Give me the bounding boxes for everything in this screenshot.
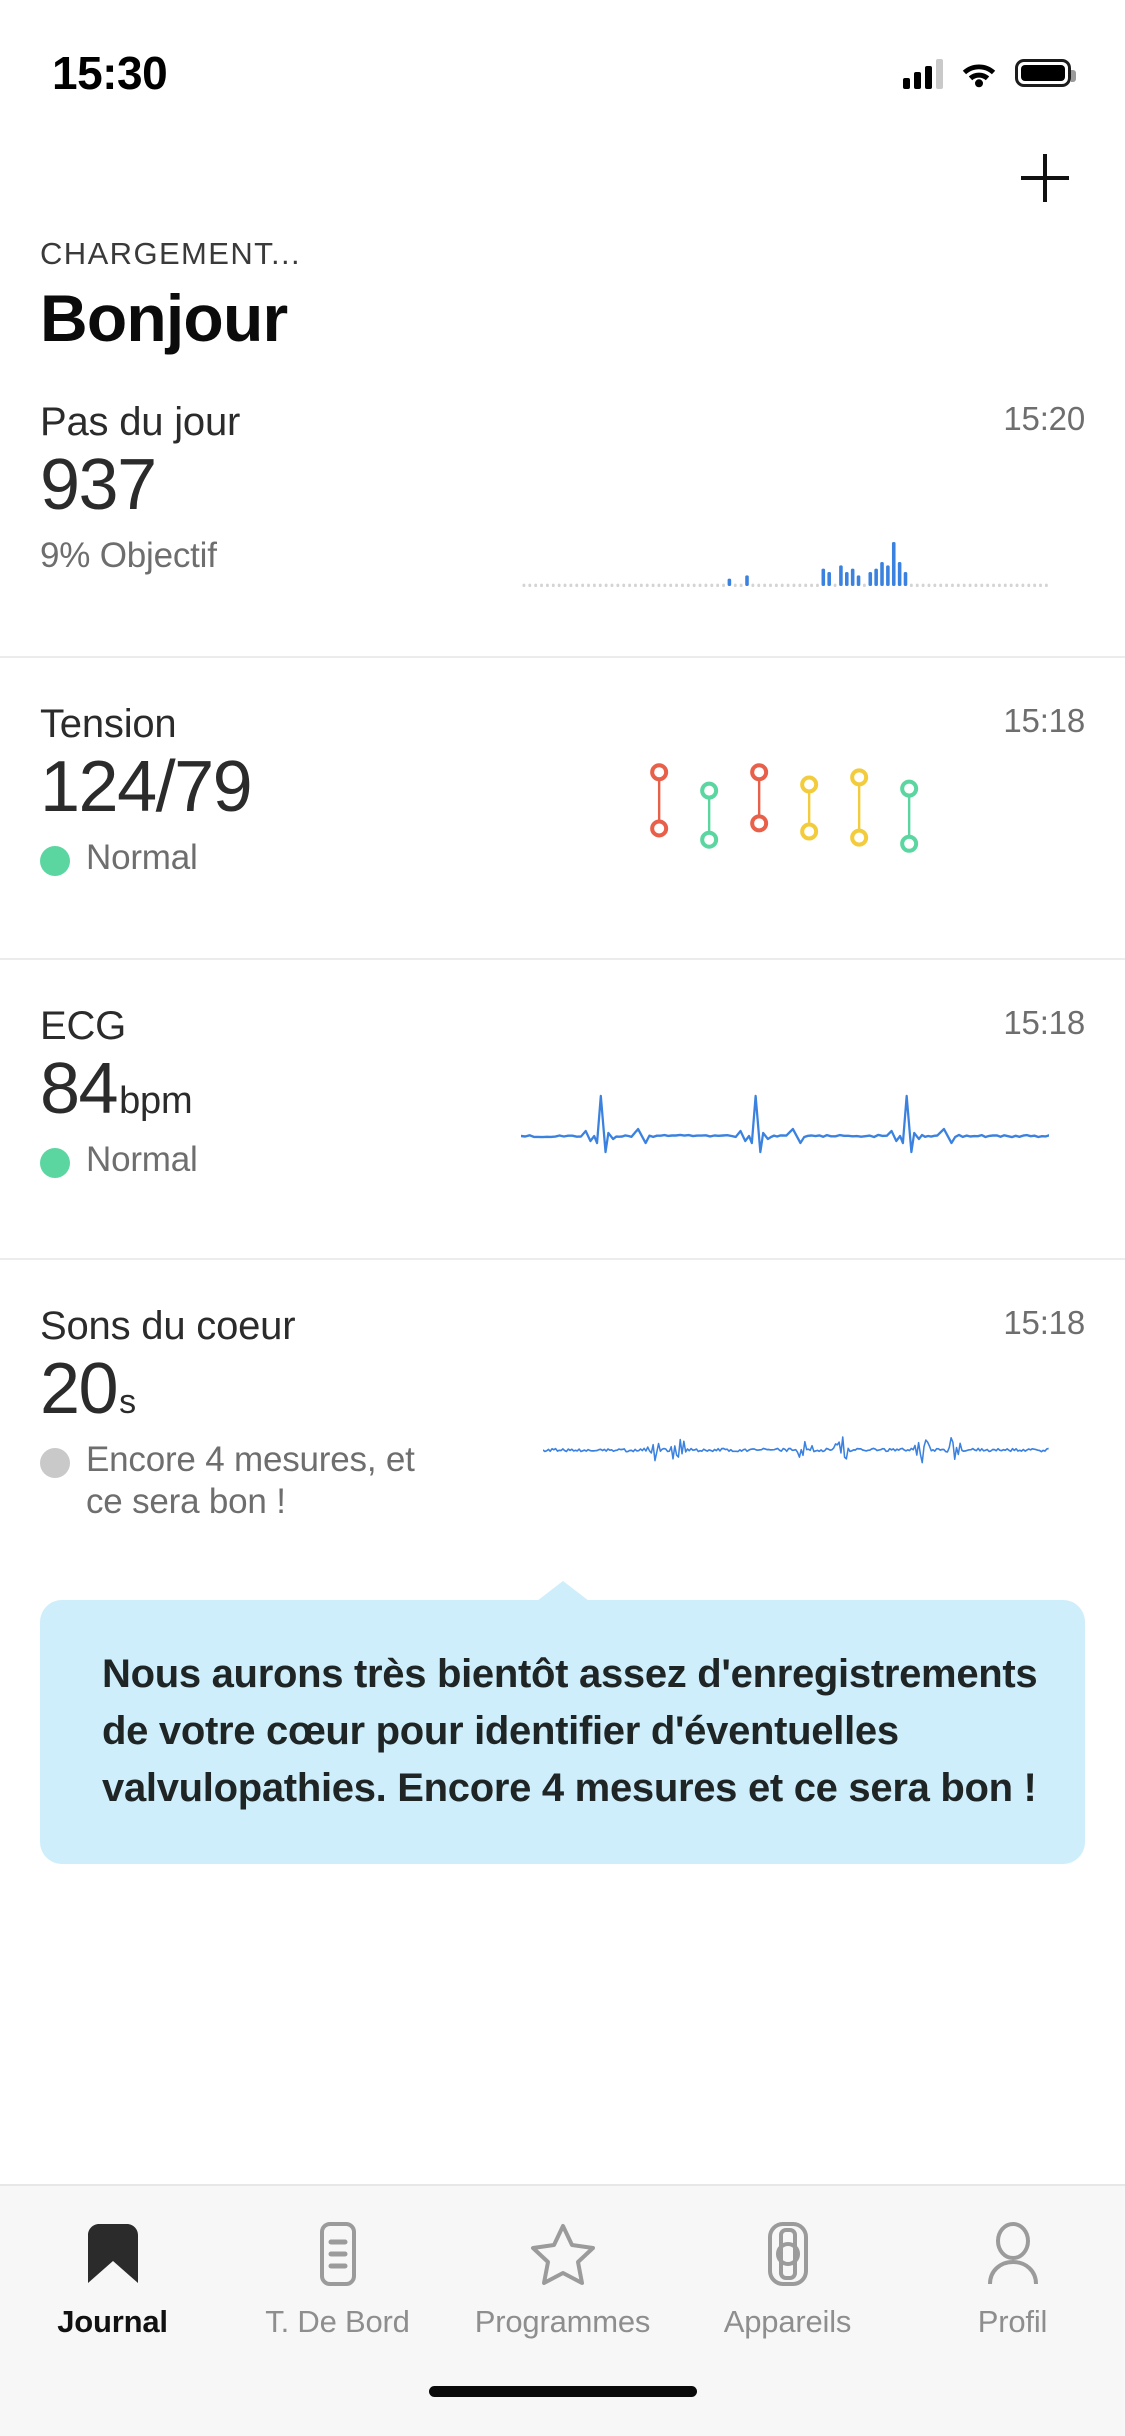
star-icon: [530, 2220, 596, 2288]
card-ecg-status: Normal: [86, 1139, 198, 1182]
tab-dashboard[interactable]: T. De Bord: [225, 2220, 450, 2380]
card-ecg-subtitle: Normal: [40, 1139, 521, 1182]
tab-profil-label: Profil: [978, 2304, 1047, 2340]
tab-programmes[interactable]: Programmes: [450, 2220, 675, 2380]
card-steps-time: 15:20: [1003, 400, 1085, 438]
bottom-tab-bar: Journal T. De Bord Programmes Appareils …: [0, 2184, 1125, 2380]
card-heart-sounds-number: 20: [40, 1351, 117, 1429]
card-blood-pressure-subtitle: Normal: [40, 837, 521, 880]
ecg-waveform-chart: [521, 1088, 1049, 1168]
card-blood-pressure[interactable]: 15:18 Tension 124/79 Normal: [0, 656, 1125, 958]
wifi-icon: [959, 58, 999, 88]
info-callout: Nous aurons très bientôt assez d'enregis…: [40, 1600, 1085, 1864]
card-heart-sounds[interactable]: 15:18 Sons du coeur 20 s Encore 4 mesure…: [0, 1258, 1125, 1578]
status-badge-green-dot: [40, 846, 70, 876]
person-icon: [983, 2220, 1043, 2288]
card-ecg[interactable]: 15:18 ECG 84 bpm Normal: [0, 958, 1125, 1258]
steps-bar-chart: [521, 532, 1049, 592]
status-badge-green-dot: [40, 1148, 70, 1178]
card-blood-pressure-title: Tension: [40, 702, 521, 747]
status-badge-grey-dot: [40, 1448, 70, 1478]
card-steps-goal-label: 9% Objectif: [40, 535, 217, 578]
card-heart-sounds-subtitle: Encore 4 mesures, et ce sera bon !: [40, 1439, 583, 1524]
card-steps-title: Pas du jour: [40, 400, 521, 445]
card-heart-sounds-time: 15:18: [1003, 1304, 1085, 1342]
tab-programmes-label: Programmes: [475, 2304, 650, 2340]
tab-dashboard-label: T. De Bord: [265, 2304, 409, 2340]
add-icon: [1017, 150, 1073, 206]
tab-appareils-label: Appareils: [724, 2304, 851, 2340]
tab-profil[interactable]: Profil: [900, 2220, 1125, 2380]
status-bar: 15:30: [0, 0, 1125, 132]
battery-icon: [1015, 59, 1071, 87]
card-blood-pressure-status: Normal: [86, 837, 198, 880]
card-blood-pressure-number: 124/79: [40, 749, 251, 827]
heart-sound-waveform-chart: [543, 1428, 1049, 1472]
card-ecg-number: 84: [40, 1051, 117, 1129]
card-steps[interactable]: 15:20 Pas du jour 937 9% Objectif: [0, 356, 1125, 656]
home-indicator-area: [0, 2380, 1125, 2436]
dashboard-list-icon: [311, 2220, 365, 2288]
card-heart-sounds-hint: Encore 4 mesures, et ce sera bon !: [86, 1439, 416, 1524]
callout-container: Nous aurons très bientôt assez d'enregis…: [0, 1600, 1125, 1864]
status-time: 15:30: [52, 46, 167, 100]
card-heart-sounds-value: 20 s: [40, 1351, 583, 1429]
card-ecg-unit: bpm: [119, 1081, 192, 1122]
card-ecg-time: 15:18: [1003, 1004, 1085, 1042]
card-ecg-title: ECG: [40, 1004, 521, 1049]
card-steps-subtitle: 9% Objectif: [40, 535, 521, 578]
blood-pressure-dumbbell-chart: [521, 748, 1049, 868]
status-indicators: [903, 57, 1071, 89]
card-steps-value: 937: [40, 447, 521, 525]
info-callout-text: Nous aurons très bientôt assez d'enregis…: [102, 1646, 1041, 1816]
tab-appareils[interactable]: Appareils: [675, 2220, 900, 2380]
card-steps-number: 937: [40, 447, 156, 525]
watch-device-icon: [758, 2220, 818, 2288]
home-indicator[interactable]: [429, 2386, 697, 2397]
loading-status-label: CHARGEMENT...: [40, 236, 1085, 272]
card-heart-sounds-unit: s: [119, 1384, 136, 1421]
page-title: Bonjour: [40, 280, 1085, 356]
tab-journal[interactable]: Journal: [0, 2220, 225, 2380]
app-screen: 15:30 CHARGEMENT... Bonjour 15:20 Pas du…: [0, 0, 1125, 2436]
card-list: 15:20 Pas du jour 937 9% Objectif 15:18 …: [0, 356, 1125, 2184]
signal-bars-icon: [903, 57, 943, 89]
bookmark-icon: [84, 2220, 142, 2288]
card-heart-sounds-title: Sons du coeur: [40, 1304, 583, 1349]
add-measurement-button[interactable]: [1009, 142, 1081, 214]
card-blood-pressure-value: 124/79: [40, 749, 521, 827]
card-ecg-value: 84 bpm: [40, 1051, 521, 1129]
tab-journal-label: Journal: [57, 2304, 168, 2340]
card-blood-pressure-time: 15:18: [1003, 702, 1085, 740]
page-header: CHARGEMENT... Bonjour: [0, 132, 1125, 356]
